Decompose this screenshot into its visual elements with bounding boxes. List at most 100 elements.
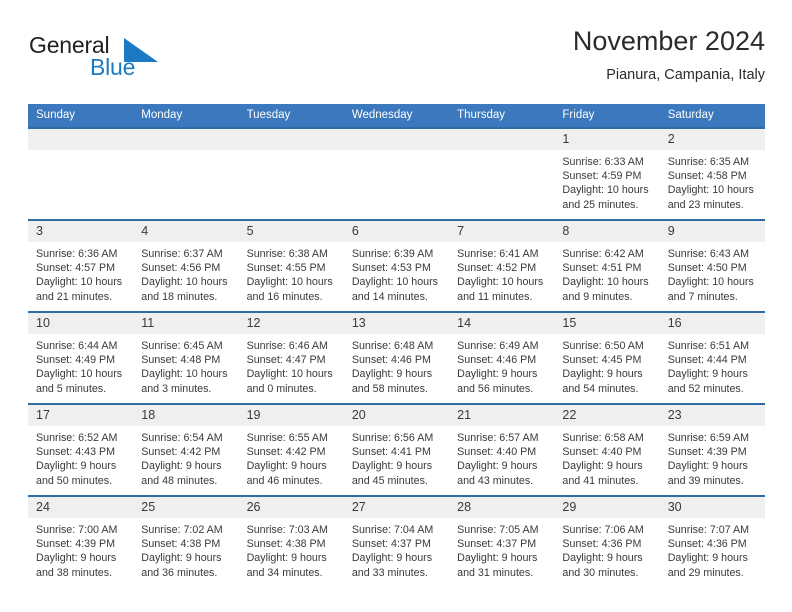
sunrise-text: Sunrise: 6:33 AM [562,156,644,168]
day-number: 27 [343,497,450,518]
calendar-day-cell[interactable]: 17 Sunrise: 6:52 AM Sunset: 4:43 PM Dayligh… [28,403,134,496]
sunset-text: Sunset: 4:40 PM [457,446,537,459]
calendar-day-cell[interactable]: 4 Sunrise: 6:37 AM Sunset: 4:56 PM Daylight… [133,219,239,312]
calendar-day-cell[interactable]: 7 Sunrise: 6:41 AM Sunset: 4:52 PM Daylight… [449,219,555,312]
calendar-cell-empty [238,127,344,220]
calendar-day-cell[interactable]: 5 Sunrise: 6:38 AM Sunset: 4:55 PM Daylight… [238,219,344,312]
daylight-text-line2: and 14 minutes. [351,290,428,303]
day-details: Sunrise: 6:54 AM Sunset: 4:42 PM Daylight:… [133,426,238,488]
daylight-text-line2: and 43 minutes. [457,474,534,487]
calendar-day-cell[interactable]: 23 Sunrise: 6:59 AM Sunset: 4:39 PM Dayligh… [659,403,765,496]
daylight-text-line1: Daylight: 9 hours [36,552,117,565]
calendar-day-cell[interactable]: 14 Sunrise: 6:49 AM Sunset: 4:46 PM Dayligh… [449,311,555,404]
daylight-text-line1: Daylight: 9 hours [351,368,433,381]
sunrise-text: Sunrise: 6:52 AM [36,432,118,444]
calendar-header-row: Sunday Monday Tuesday Wednesday Thursday… [28,104,765,128]
sunrise-text: Sunrise: 6:54 AM [141,432,223,444]
calendar-day-cell[interactable]: 13 Sunrise: 6:48 AM Sunset: 4:46 PM Dayligh… [343,311,450,404]
calendar-day-cell[interactable]: 29 Sunrise: 7:06 AM Sunset: 4:36 PM Dayligh… [554,495,660,587]
sunrise-text: Sunrise: 6:51 AM [667,340,750,352]
calendar-day-cell[interactable]: 9 Sunrise: 6:43 AM Sunset: 4:50 PM Daylight… [659,219,765,312]
day-number: 23 [659,405,765,426]
daylight-text-line2: and 23 minutes. [667,198,744,211]
daylight-text-line1: Daylight: 10 hours [562,276,649,289]
calendar-day-cell[interactable]: 11 Sunrise: 6:45 AM Sunset: 4:48 PM Dayligh… [133,311,239,404]
sunset-text: Sunset: 4:57 PM [36,262,116,275]
daylight-text-line1: Daylight: 9 hours [667,552,748,565]
calendar-day-cell[interactable]: 15 Sunrise: 6:50 AM Sunset: 4:45 PM Dayligh… [554,311,660,404]
day-details: Sunrise: 6:35 AM Sunset: 4:58 PM Daylight:… [660,150,765,212]
calendar-day-cell[interactable]: 19 Sunrise: 6:55 AM Sunset: 4:42 PM Dayligh… [238,403,344,496]
sunrise-text: Sunrise: 6:49 AM [457,340,539,352]
daylight-text-line2: and 0 minutes. [246,382,317,395]
calendar-day-cell[interactable]: 22 Sunrise: 6:58 AM Sunset: 4:40 PM Dayligh… [554,403,660,496]
calendar-day-cell[interactable]: 1 Sunrise: 6:33 AM Sunset: 4:59 PM Daylight… [554,127,660,220]
calendar-cell-empty [343,127,450,220]
sunrise-text: Sunrise: 6:38 AM [246,248,328,260]
sunset-text: Sunset: 4:58 PM [667,170,747,183]
day-number: 2 [659,129,765,150]
calendar-day-cell[interactable]: 18 Sunrise: 6:54 AM Sunset: 4:42 PM Dayligh… [133,403,239,496]
day-details: Sunrise: 6:58 AM Sunset: 4:40 PM Daylight:… [554,426,659,488]
calendar-day-cell[interactable]: 8 Sunrise: 6:42 AM Sunset: 4:51 PM Daylight… [554,219,660,312]
day-number: 11 [133,313,239,334]
day-number: 20 [343,405,450,426]
calendar-day-cell[interactable]: 16 Sunrise: 6:51 AM Sunset: 4:44 PM Dayligh… [659,311,765,404]
calendar-day-cell[interactable]: 27 Sunrise: 7:04 AM Sunset: 4:37 PM Dayligh… [343,495,450,587]
day-number: 30 [659,497,765,518]
day-number: 24 [28,497,134,518]
calendar-day-cell[interactable]: 21 Sunrise: 6:57 AM Sunset: 4:40 PM Dayligh… [449,403,555,496]
day-details: Sunrise: 6:41 AM Sunset: 4:52 PM Daylight:… [449,242,554,304]
daylight-text-line2: and 48 minutes. [141,474,218,487]
calendar-day-cell[interactable]: 6 Sunrise: 6:39 AM Sunset: 4:53 PM Daylight… [343,219,450,312]
calendar-day-cell[interactable]: 25 Sunrise: 7:02 AM Sunset: 4:38 PM Dayligh… [133,495,239,587]
sunset-text: Sunset: 4:39 PM [667,446,747,459]
day-number: 22 [554,405,660,426]
sunset-text: Sunset: 4:42 PM [141,446,221,459]
sunset-text: Sunset: 4:37 PM [351,538,431,551]
daylight-text-line2: and 50 minutes. [36,474,113,487]
sunrise-text: Sunrise: 6:44 AM [36,340,118,352]
day-number: 17 [28,405,134,426]
calendar-day-cell[interactable]: 30 Sunrise: 7:07 AM Sunset: 4:36 PM Dayligh… [659,495,765,587]
daylight-text-line1: Daylight: 9 hours [246,552,327,565]
day-number [28,129,134,150]
day-details: Sunrise: 6:50 AM Sunset: 4:45 PM Daylight:… [554,334,659,396]
calendar-day-cell[interactable]: 12 Sunrise: 6:46 AM Sunset: 4:47 PM Dayligh… [238,311,344,404]
day-details: Sunrise: 6:56 AM Sunset: 4:41 PM Daylight:… [344,426,449,488]
day-details: Sunrise: 6:33 AM Sunset: 4:59 PM Daylight:… [554,150,659,212]
calendar-day-cell[interactable]: 2 Sunrise: 6:35 AM Sunset: 4:58 PM Daylight… [659,127,765,220]
day-number [449,129,555,150]
weekday-header-tuesday: Tuesday [238,104,344,128]
sunrise-text: Sunrise: 6:45 AM [141,340,223,352]
calendar-day-cell[interactable]: 28 Sunrise: 7:05 AM Sunset: 4:37 PM Dayligh… [449,495,555,587]
calendar-week-row: 10 Sunrise: 6:44 AM Sunset: 4:49 PM Dayligh… [28,311,765,404]
calendar-day-cell[interactable]: 24 Sunrise: 7:00 AM Sunset: 4:39 PM Dayligh… [28,495,134,587]
day-number: 16 [659,313,765,334]
day-number: 5 [238,221,344,242]
calendar-day-cell[interactable]: 3 Sunrise: 6:36 AM Sunset: 4:57 PM Daylight… [28,219,134,312]
calendar-day-cell[interactable]: 26 Sunrise: 7:03 AM Sunset: 4:38 PM Dayligh… [238,495,344,587]
weekday-header-saturday: Saturday [659,104,765,128]
day-details: Sunrise: 7:03 AM Sunset: 4:38 PM Daylight:… [239,518,344,580]
sunset-text: Sunset: 4:36 PM [667,538,747,551]
day-details: Sunrise: 7:00 AM Sunset: 4:39 PM Daylight:… [28,518,133,580]
calendar-page: General Blue November 2024 Pianura, Camp… [0,0,792,612]
daylight-text-line1: Daylight: 9 hours [457,368,538,381]
day-details: Sunrise: 7:06 AM Sunset: 4:36 PM Daylight:… [554,518,659,580]
sunrise-text: Sunrise: 6:36 AM [36,248,118,260]
sunrise-text: Sunrise: 6:42 AM [562,248,644,260]
calendar-day-cell[interactable]: 20 Sunrise: 6:56 AM Sunset: 4:41 PM Dayligh… [343,403,450,496]
day-details: Sunrise: 6:43 AM Sunset: 4:50 PM Daylight:… [660,242,765,304]
brand-logo[interactable]: General Blue [28,32,188,88]
day-number: 9 [659,221,765,242]
daylight-text-line2: and 31 minutes. [457,566,534,579]
daylight-text-line1: Daylight: 9 hours [141,460,222,473]
day-number: 14 [449,313,555,334]
sunset-text: Sunset: 4:42 PM [246,446,326,459]
sunset-text: Sunset: 4:39 PM [36,538,116,551]
calendar-day-cell[interactable]: 10 Sunrise: 6:44 AM Sunset: 4:49 PM Dayligh… [28,311,134,404]
day-details: Sunrise: 6:49 AM Sunset: 4:46 PM Daylight:… [449,334,554,396]
calendar-week-row: 17 Sunrise: 6:52 AM Sunset: 4:43 PM Dayligh… [28,403,765,496]
sunrise-text: Sunrise: 6:56 AM [351,432,434,444]
